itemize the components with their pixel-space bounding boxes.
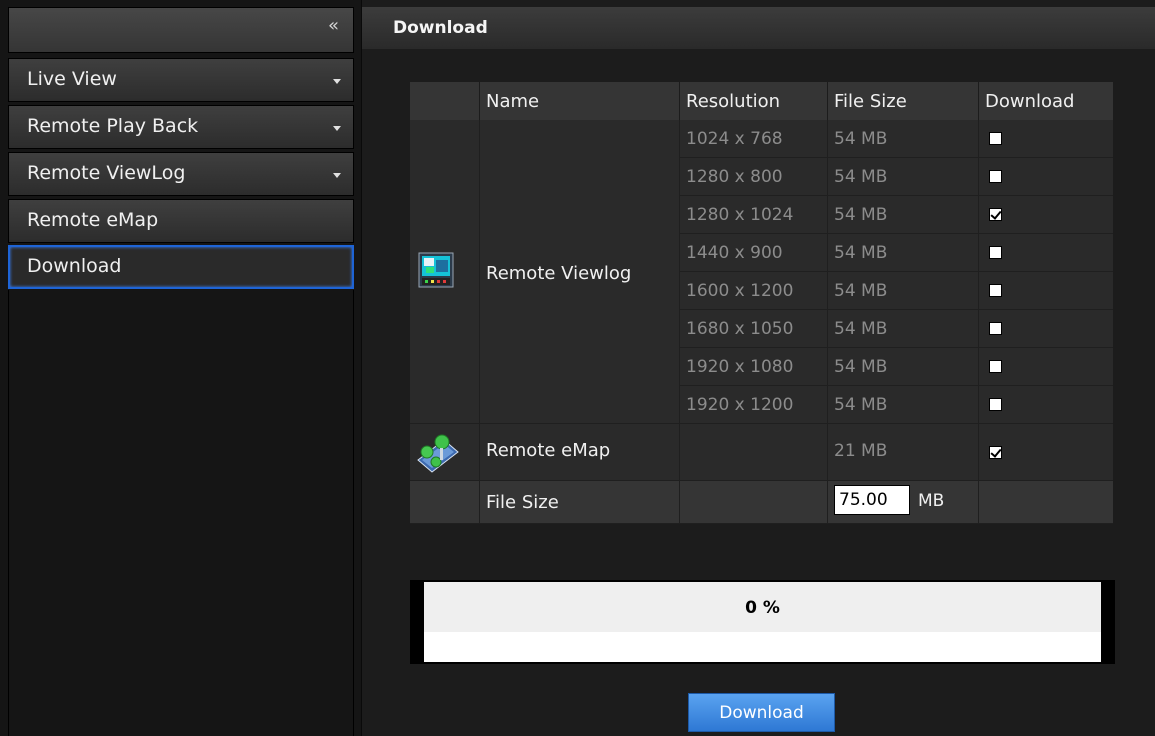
table-header-download: Download [979, 82, 1113, 120]
sidebar-header: « [8, 7, 354, 53]
download-checkbox[interactable] [989, 246, 1002, 259]
viewlog-download-cell [979, 196, 1113, 234]
resolution-text: 1280 x 800 [686, 167, 783, 187]
emap-icon-cell [410, 424, 480, 481]
emap-download-cell [979, 424, 1113, 481]
viewlog-download-cell [979, 348, 1113, 386]
resolution-text: 1680 x 1050 [686, 319, 794, 339]
sidebar-item-download[interactable]: Download [8, 245, 354, 289]
viewlog-size-cell: 54 MB [828, 120, 979, 158]
sidebar-item-label: Remote ViewLog [27, 162, 186, 184]
download-checkbox[interactable] [989, 322, 1002, 335]
total-file-size-label: File Size [486, 492, 559, 513]
viewlog-size-cell: 54 MB [828, 348, 979, 386]
progress-percent-text: 0 % [745, 598, 780, 618]
progress-track: 0 % [424, 582, 1101, 662]
viewlog-app-icon [418, 252, 454, 292]
file-size-text: 54 MB [834, 243, 888, 263]
resolution-text: 1920 x 1080 [686, 357, 794, 377]
file-size-text: 54 MB [834, 395, 888, 415]
page-title: Download [393, 18, 488, 38]
viewlog-resolution-cell: 1680 x 1050 [680, 310, 828, 348]
viewlog-name-cell: Remote Viewlog [480, 120, 680, 424]
download-checkbox[interactable] [989, 208, 1002, 221]
viewlog-name: Remote Viewlog [486, 263, 632, 284]
page-title-bar: Download [362, 7, 1155, 49]
viewlog-size-cell: 54 MB [828, 196, 979, 234]
total-file-size-field[interactable] [834, 485, 910, 515]
emap-size-cell: 21 MB [828, 424, 979, 481]
viewlog-resolution-cell: 1600 x 1200 [680, 272, 828, 310]
collapse-sidebar-button[interactable]: « [328, 16, 339, 36]
sidebar-item-label: Remote Play Back [27, 115, 199, 137]
sidebar: « Live View Remote Play Back Remote View… [0, 0, 362, 736]
download-table: Name Resolution File Size Download Remot… [410, 82, 1113, 524]
total-resolution-cell [680, 481, 828, 524]
download-checkbox[interactable] [989, 284, 1002, 297]
viewlog-size-cell: 54 MB [828, 272, 979, 310]
download-checkbox[interactable] [989, 360, 1002, 373]
sidebar-empty-area [8, 290, 354, 736]
viewlog-size-cell: 54 MB [828, 310, 979, 348]
total-file-size-unit: MB [918, 491, 945, 511]
viewlog-resolution-cell: 1024 x 768 [680, 120, 828, 158]
viewlog-size-cell: 54 MB [828, 158, 979, 196]
main-panel: Download Name Resolution File Size Downl… [362, 0, 1155, 736]
sidebar-item-live-view[interactable]: Live View [8, 58, 354, 102]
resolution-text: 1280 x 1024 [686, 205, 794, 225]
emap-app-icon [414, 430, 460, 478]
total-label-cell: File Size [480, 481, 680, 524]
total-icon-cell [410, 481, 480, 524]
emap-resolution-cell [680, 424, 828, 481]
file-size-text: 54 MB [834, 281, 888, 301]
viewlog-resolution-cell: 1280 x 1024 [680, 196, 828, 234]
viewlog-resolution-cell: 1280 x 800 [680, 158, 828, 196]
resolution-text: 1920 x 1200 [686, 395, 794, 415]
resolution-text: 1440 x 900 [686, 243, 783, 263]
viewlog-download-cell [979, 272, 1113, 310]
viewlog-download-cell [979, 386, 1113, 424]
table-header-resolution: Resolution [680, 82, 828, 120]
file-size-text: 54 MB [834, 205, 888, 225]
sidebar-item-remote-play-back[interactable]: Remote Play Back [8, 105, 354, 149]
emap-download-checkbox[interactable] [989, 446, 1002, 459]
emap-name: Remote eMap [486, 440, 611, 461]
chevron-down-icon [333, 79, 341, 84]
emap-name-cell: Remote eMap [480, 424, 680, 481]
total-size-cell: MB [828, 481, 979, 524]
resolution-text: 1600 x 1200 [686, 281, 794, 301]
viewlog-resolution-cell: 1920 x 1080 [680, 348, 828, 386]
viewlog-download-cell [979, 310, 1113, 348]
table-header-file-size: File Size [828, 82, 979, 120]
viewlog-size-cell: 54 MB [828, 234, 979, 272]
emap-size: 21 MB [834, 441, 888, 461]
file-size-text: 54 MB [834, 319, 888, 339]
table-header-icon [410, 82, 480, 120]
sidebar-item-remote-viewlog[interactable]: Remote ViewLog [8, 152, 354, 196]
viewlog-icon-cell [410, 120, 480, 424]
file-size-text: 54 MB [834, 167, 888, 187]
resolution-text: 1024 x 768 [686, 129, 783, 149]
viewlog-size-cell: 54 MB [828, 386, 979, 424]
viewlog-download-cell [979, 120, 1113, 158]
total-download-cell [979, 481, 1113, 524]
sidebar-item-label: Live View [27, 68, 117, 90]
viewlog-download-cell [979, 158, 1113, 196]
viewlog-download-cell [979, 234, 1113, 272]
viewlog-resolution-cell: 1920 x 1200 [680, 386, 828, 424]
file-size-text: 54 MB [834, 129, 888, 149]
download-progress-bar: 0 % [410, 580, 1115, 664]
file-size-text: 54 MB [834, 357, 888, 377]
sidebar-item-label: Remote eMap [27, 209, 159, 231]
download-checkbox[interactable] [989, 170, 1002, 183]
viewlog-resolution-cell: 1440 x 900 [680, 234, 828, 272]
chevron-down-icon [333, 126, 341, 131]
download-checkbox[interactable] [989, 398, 1002, 411]
sidebar-item-remote-emap[interactable]: Remote eMap [8, 199, 354, 243]
download-button[interactable]: Download [688, 693, 835, 732]
sidebar-item-label: Download [27, 255, 122, 277]
download-checkbox[interactable] [989, 132, 1002, 145]
table-header-name: Name [480, 82, 680, 120]
chevron-down-icon [333, 173, 341, 178]
